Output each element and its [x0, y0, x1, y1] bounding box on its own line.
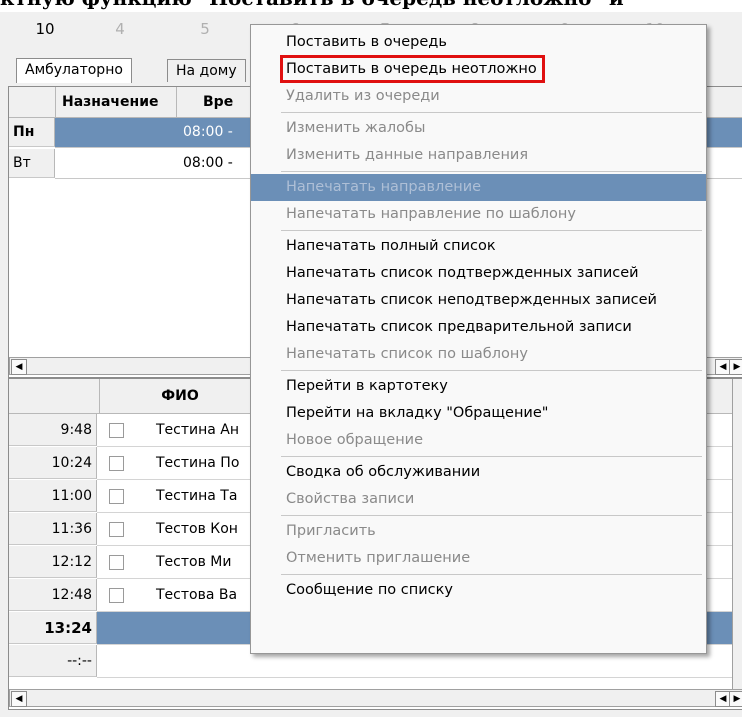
- menu-item[interactable]: Новое обращение: [251, 427, 706, 454]
- menu-item-label: Напечатать список неподтвержденных запис…: [286, 292, 657, 308]
- menu-item[interactable]: Перейти на вкладку "Обращение": [251, 400, 706, 427]
- menu-item[interactable]: Пригласить: [251, 518, 706, 545]
- appointment-checkbox[interactable]: [109, 555, 124, 570]
- menu-separator: [281, 171, 702, 172]
- menu-item[interactable]: Напечатать список по шаблону: [251, 341, 706, 368]
- appointment-time: 13:24: [9, 612, 97, 644]
- document-heading-fragment: ктную функцию "Поставить в очередь неотл…: [0, 0, 742, 12]
- menu-item[interactable]: Напечатать направление: [251, 174, 706, 201]
- menu-item-label: Напечатать направление: [286, 179, 482, 195]
- menu-item[interactable]: Перейти в картотеку: [251, 373, 706, 400]
- menu-item-label: Пригласить: [286, 523, 376, 539]
- patient-name: Тестов Ми: [156, 554, 232, 570]
- menu-item[interactable]: Напечатать список предварительной записи: [251, 314, 706, 341]
- menu-item-label: Новое обращение: [286, 432, 424, 448]
- menu-separator: [281, 515, 702, 516]
- menu-item-label: Перейти на вкладку "Обращение": [286, 405, 549, 421]
- appointment-time: --:--: [9, 645, 97, 677]
- menu-item-label: Изменить жалобы: [286, 120, 426, 136]
- scroll-left-arrow-icon[interactable]: ◀: [11, 359, 27, 375]
- menu-item-label: Сводка об обслуживании: [286, 464, 481, 480]
- menu-item-label: Напечатать список по шаблону: [286, 346, 528, 362]
- scroll-right-arrow-icon[interactable]: ▶: [729, 359, 742, 375]
- menu-item[interactable]: Напечатать список подтвержденных записей: [251, 260, 706, 287]
- menu-separator: [281, 112, 702, 113]
- menu-item-label: Удалить из очереди: [286, 88, 440, 104]
- patient-name: Тестова Ва: [156, 587, 238, 603]
- row-day-label: Вт: [9, 149, 55, 178]
- menu-item[interactable]: Поставить в очередь: [251, 29, 706, 56]
- menu-item-label: Изменить данные направления: [286, 147, 529, 163]
- patient-name: Тестина Та: [156, 488, 238, 504]
- patient-name: Тестов Кон: [156, 521, 238, 537]
- menu-item[interactable]: Напечатать направление по шаблону: [251, 201, 706, 228]
- menu-separator: [281, 230, 702, 231]
- scroll-right-arrow-icon[interactable]: ▶: [729, 691, 742, 707]
- appointment-checkbox[interactable]: [109, 489, 124, 504]
- menu-item[interactable]: Свойства записи: [251, 486, 706, 513]
- patient-name: Тестина Ан: [156, 422, 240, 438]
- menu-separator: [281, 456, 702, 457]
- day-number[interactable]: 5: [170, 20, 240, 38]
- appointment-checkbox[interactable]: [109, 456, 124, 471]
- menu-item[interactable]: Напечатать полный список: [251, 233, 706, 260]
- menu-item-label: Напечатать направление по шаблону: [286, 206, 576, 222]
- menu-item[interactable]: Напечатать список неподтвержденных запис…: [251, 287, 706, 314]
- column-header-purpose[interactable]: Назначение: [56, 87, 177, 117]
- menu-item-label: Сообщение по списку: [286, 582, 453, 598]
- menu-item[interactable]: Сводка об обслуживании: [251, 459, 706, 486]
- menu-item-label: Перейти в картотеку: [286, 378, 448, 394]
- context-menu: Поставить в очередь Поставить в очередь н…: [250, 24, 707, 654]
- menu-item[interactable]: Сообщение по списку: [251, 577, 706, 604]
- row-header-corner: [9, 87, 56, 117]
- menu-item-label: Напечатать полный список: [286, 238, 496, 254]
- menu-separator: [281, 574, 702, 575]
- menu-item-label: Отменить приглашение: [286, 550, 471, 566]
- row-day-label: Пн: [9, 118, 55, 147]
- menu-item-label: Напечатать список предварительной записи: [286, 319, 632, 335]
- appointment-time: 10:24: [9, 447, 97, 479]
- appointment-time: 12:12: [9, 546, 97, 578]
- day-number[interactable]: 4: [85, 20, 155, 38]
- scroll-left-arrow-icon[interactable]: ◀: [11, 691, 27, 707]
- patient-name: Тестина По: [156, 455, 240, 471]
- menu-item[interactable]: Отменить приглашение: [251, 545, 706, 572]
- column-header-fio[interactable]: ФИО: [99, 379, 260, 413]
- menu-separator: [281, 370, 702, 371]
- menu-item[interactable]: Изменить жалобы: [251, 115, 706, 142]
- vertical-scrollbar[interactable]: [732, 379, 742, 689]
- horizontal-scrollbar[interactable]: ◀ ◀ ▶: [9, 689, 742, 707]
- menu-item[interactable]: Удалить из очереди: [251, 83, 706, 110]
- appointment-checkbox[interactable]: [109, 588, 124, 603]
- tab-ambulatory[interactable]: Амбулаторно: [16, 58, 132, 83]
- tab-at-home[interactable]: На дому: [167, 59, 246, 82]
- menu-item[interactable]: Изменить данные направления: [251, 142, 706, 169]
- menu-item-label: Напечатать список подтвержденных записей: [286, 265, 639, 281]
- menu-item-label: Поставить в очередь неотложно: [280, 55, 545, 83]
- appointment-time: 11:00: [9, 480, 97, 512]
- appointment-checkbox[interactable]: [109, 423, 124, 438]
- menu-item[interactable]: Поставить в очередь неотложно: [251, 55, 706, 83]
- menu-item-label: Поставить в очередь: [286, 34, 447, 50]
- menu-item-label: Свойства записи: [286, 491, 415, 507]
- appointment-time: 9:48: [9, 414, 97, 446]
- appointment-time: 12:48: [9, 579, 97, 611]
- appointment-time: 11:36: [9, 513, 97, 545]
- day-number[interactable]: 10: [10, 20, 80, 38]
- appointment-checkbox[interactable]: [109, 522, 124, 537]
